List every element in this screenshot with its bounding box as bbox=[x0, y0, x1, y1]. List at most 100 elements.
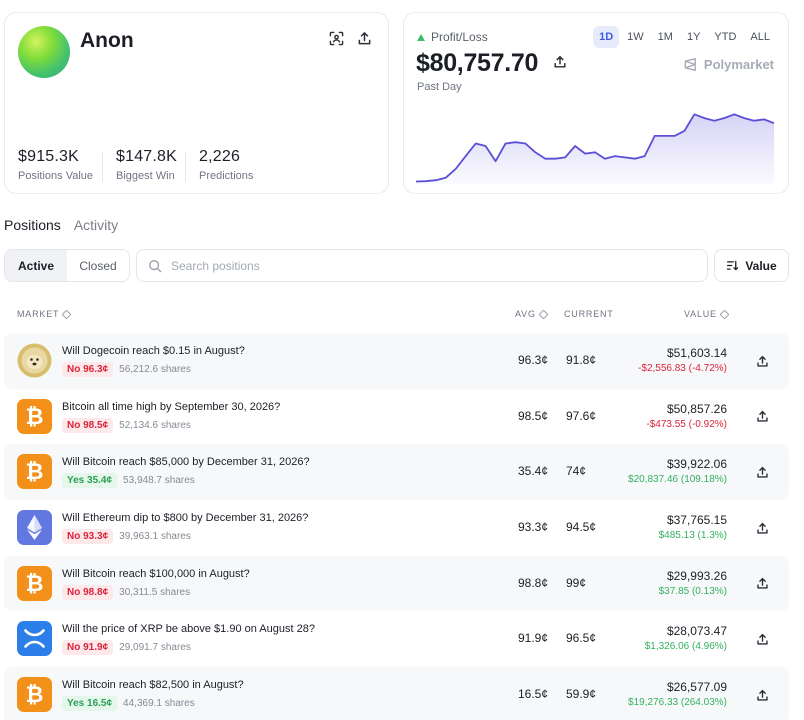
column-header-label: CURRENT bbox=[564, 309, 614, 319]
position-meta: No 96.3¢ 56,212.6 shares bbox=[62, 362, 191, 377]
current-price: 91.8¢ bbox=[566, 353, 597, 367]
tab-positions[interactable]: Positions bbox=[4, 217, 61, 233]
column-header-value[interactable]: VALUE bbox=[684, 309, 730, 319]
table-row[interactable]: Will the price of XRP be above $1.90 on … bbox=[4, 611, 789, 667]
outcome-badge: No 98.5¢ bbox=[62, 417, 114, 433]
stat-divider bbox=[185, 152, 186, 182]
range-tab-all[interactable]: ALL bbox=[744, 26, 776, 48]
position-change: $20,837.46 (109.18%) bbox=[628, 474, 727, 486]
range-tab-ytd[interactable]: YTD bbox=[708, 26, 742, 48]
stat-value: $915.3K bbox=[18, 148, 80, 165]
current-price: 96.5¢ bbox=[566, 631, 597, 646]
range-tab-1d[interactable]: 1D bbox=[593, 26, 620, 48]
position-change: -$473.55 (-0.92%) bbox=[646, 418, 727, 430]
status-toggle: Active Closed bbox=[4, 249, 130, 282]
range-tab-1m[interactable]: 1M bbox=[652, 26, 679, 48]
stat-label: Predictions bbox=[199, 170, 254, 182]
table-row[interactable]: Will Dogecoin reach $0.15 in August? No … bbox=[4, 333, 789, 389]
outcome-badge: No 96.3¢ bbox=[62, 362, 114, 377]
table-row[interactable]: ₿ Will Bitcoin reach $85,000 by December… bbox=[4, 444, 789, 501]
position-value: $26,577.09 bbox=[666, 680, 727, 695]
tab-activity[interactable]: Activity bbox=[74, 217, 118, 233]
filter-closed-button[interactable]: Closed bbox=[67, 250, 129, 281]
profit-loss-label-text: Profit/Loss bbox=[431, 30, 488, 44]
brand: Polymarket bbox=[683, 57, 774, 72]
share-icon[interactable] bbox=[753, 686, 771, 704]
scan-icon[interactable] bbox=[325, 27, 347, 49]
current-price: 97.6¢ bbox=[566, 408, 597, 423]
sort-label: Value bbox=[745, 258, 777, 273]
outcome-badge: No 98.8¢ bbox=[62, 584, 114, 600]
bitcoin-icon: ₿ bbox=[17, 565, 52, 601]
share-icon[interactable] bbox=[753, 519, 771, 537]
bitcoin-icon: ₿ bbox=[17, 398, 52, 434]
stat-value: 2,226 bbox=[199, 148, 241, 165]
share-icon[interactable] bbox=[753, 463, 771, 481]
column-header-label: VALUE bbox=[684, 309, 717, 319]
position-value: $28,073.47 bbox=[666, 624, 727, 639]
share-icon[interactable] bbox=[753, 630, 771, 648]
outcome-badge: No 91.9¢ bbox=[62, 640, 114, 656]
market-title[interactable]: Will Dogecoin reach $0.15 in August? bbox=[62, 345, 245, 357]
filter-active-button[interactable]: Active bbox=[5, 250, 67, 281]
market-title[interactable]: Will Bitcoin reach $82,500 in August? bbox=[62, 679, 244, 691]
column-header-current: CURRENT bbox=[564, 309, 614, 319]
sort-diamond-icon bbox=[719, 309, 730, 319]
market-title[interactable]: Bitcoin all time high by September 30, 2… bbox=[62, 401, 280, 413]
position-change: $1,326.06 (4.96%) bbox=[644, 641, 727, 653]
ethereum-icon bbox=[17, 510, 52, 546]
sort-diamond-icon bbox=[61, 309, 72, 319]
table-row[interactable]: ₿ Will Bitcoin reach $100,000 in August?… bbox=[4, 555, 789, 612]
market-title[interactable]: Will Bitcoin reach $100,000 in August? bbox=[62, 568, 250, 580]
avg-price: 35.4¢ bbox=[517, 464, 548, 479]
column-header-market[interactable]: MARKET bbox=[17, 309, 72, 319]
range-tab-1w[interactable]: 1W bbox=[621, 26, 650, 48]
current-price: 99¢ bbox=[566, 575, 587, 590]
market-title[interactable]: Will Bitcoin reach $85,000 by December 3… bbox=[62, 456, 310, 468]
stat-divider bbox=[102, 152, 103, 182]
avatar[interactable] bbox=[18, 26, 70, 78]
position-value: $29,993.26 bbox=[666, 568, 727, 583]
avg-price: 16.5¢ bbox=[517, 687, 548, 702]
market-title[interactable]: Will Ethereum dip to $800 by December 31… bbox=[62, 512, 308, 524]
shares-count: 56,212.6 shares bbox=[119, 364, 191, 375]
table-row[interactable]: ₿ Will Bitcoin reach $82,500 in August? … bbox=[4, 667, 789, 720]
period-label: Past Day bbox=[417, 81, 462, 93]
profit-loss-card: Profit/Loss $80,757.70 Past Day 1D 1W 1M… bbox=[403, 12, 789, 194]
share-icon[interactable] bbox=[553, 47, 567, 76]
position-change: $485.13 (1.3%) bbox=[658, 530, 727, 542]
search-input[interactable] bbox=[171, 258, 671, 273]
position-meta: No 91.9¢ 29,091.7 shares bbox=[62, 640, 191, 656]
current-price: 94.5¢ bbox=[566, 520, 597, 535]
svg-text:₿: ₿ bbox=[26, 405, 44, 430]
column-header-label: AVG bbox=[515, 309, 536, 319]
profit-loss-chart bbox=[416, 113, 775, 184]
shares-count: 39,963.1 shares bbox=[119, 531, 191, 543]
avg-price: 98.8¢ bbox=[517, 575, 548, 590]
market-title[interactable]: Will the price of XRP be above $1.90 on … bbox=[62, 623, 315, 635]
shares-count: 30,311.5 shares bbox=[119, 586, 191, 598]
position-meta: Yes 16.5¢ 44,369.1 shares bbox=[62, 696, 195, 712]
column-header-avg[interactable]: AVG bbox=[515, 309, 549, 319]
share-icon[interactable] bbox=[753, 352, 771, 370]
stat-positions-value: $915.3K Positions Value bbox=[18, 148, 93, 182]
table-row[interactable]: ₿ Bitcoin all time high by September 30,… bbox=[4, 389, 789, 445]
brand-name: Polymarket bbox=[703, 57, 774, 72]
share-icon[interactable] bbox=[353, 27, 375, 49]
range-tabs: 1D 1W 1M 1Y YTD ALL bbox=[593, 26, 776, 48]
share-icon[interactable] bbox=[753, 408, 771, 426]
range-tab-1y[interactable]: 1Y bbox=[681, 26, 706, 48]
trend-up-icon bbox=[417, 33, 425, 41]
table-row[interactable]: Will Ethereum dip to $800 by December 31… bbox=[4, 500, 789, 556]
stat-label: Positions Value bbox=[18, 170, 94, 182]
sort-button[interactable]: Value bbox=[714, 249, 789, 282]
current-price: 74¢ bbox=[566, 464, 587, 479]
username: Anon bbox=[80, 29, 134, 52]
svg-text:₿: ₿ bbox=[26, 683, 44, 708]
outcome-badge: Yes 35.4¢ bbox=[62, 473, 118, 489]
svg-text:₿: ₿ bbox=[26, 572, 44, 597]
sort-diamond-icon bbox=[538, 309, 549, 319]
share-icon[interactable] bbox=[753, 575, 771, 593]
column-header-label: MARKET bbox=[17, 309, 60, 319]
shares-count: 52,134.6 shares bbox=[119, 419, 191, 431]
